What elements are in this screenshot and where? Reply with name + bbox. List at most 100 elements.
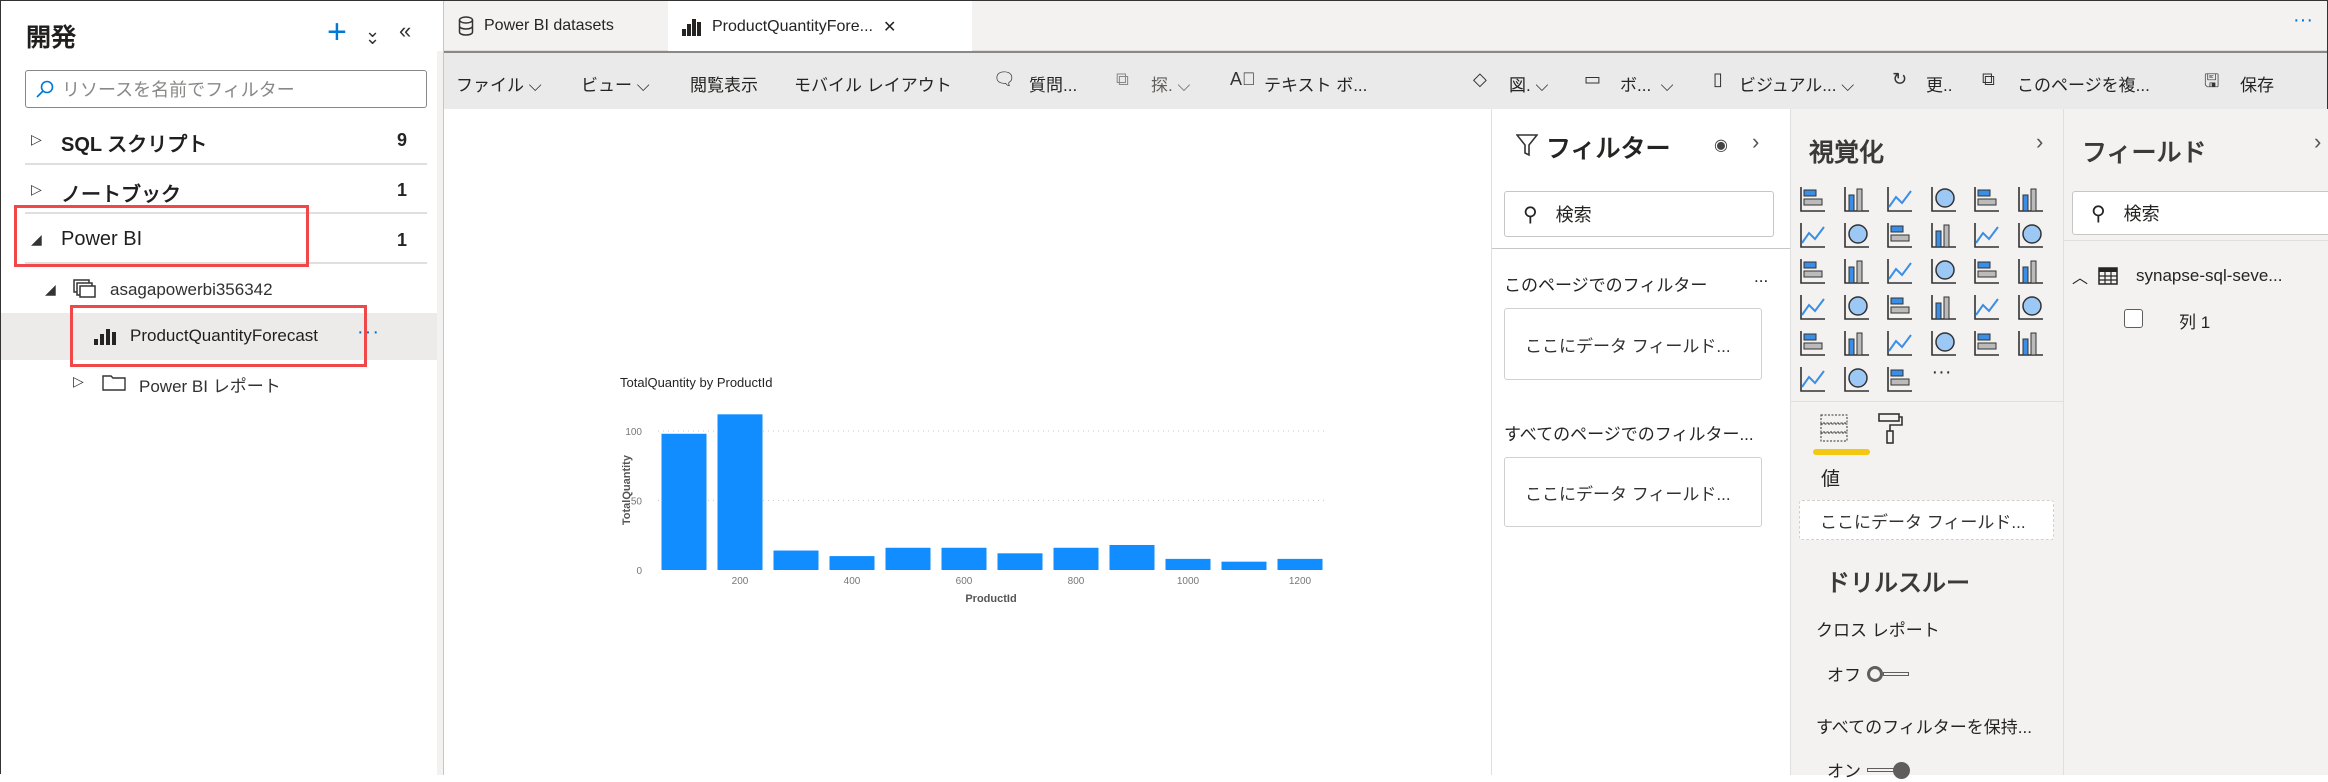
sidebar-scrollbar[interactable] [437, 51, 443, 775]
collapse-filters-icon[interactable]: › [1752, 129, 1759, 155]
scatter-visual-icon[interactable] [1886, 257, 1914, 285]
mobile-layout-button[interactable]: モバイル レイアウト [794, 71, 952, 96]
keep-filters-toggle[interactable]: オン [1827, 757, 1911, 782]
eye-icon[interactable]: ◉ [1714, 135, 1728, 155]
bar[interactable] [717, 414, 763, 570]
bar[interactable] [997, 553, 1043, 570]
bar-chart[interactable]: TotalQuantity by ProductId050100200 400 60… [444, 109, 1491, 775]
bar[interactable] [1053, 547, 1099, 570]
paginated-visual-icon[interactable] [1799, 365, 1827, 393]
donut-visual-icon[interactable] [1973, 257, 2001, 285]
visual-label: ビジュアル... [1739, 76, 1837, 95]
tree-item-workspace[interactable]: ◢ asagapowerbi356342 [1, 273, 441, 307]
database-icon [458, 16, 474, 36]
all-pages-filters-drop-zone[interactable]: ここにデータ フィールド... [1504, 457, 1762, 527]
line-visual-icon[interactable] [1799, 221, 1827, 249]
line-clustered-column-visual-icon[interactable] [1973, 221, 2001, 249]
develop-sidebar: 開発 + ⌄ ⌄ « リソースを名前でフィルター ▷ SQL スクリプト 9 ▷… [1, 1, 444, 775]
tab-product-quantity-forecast[interactable]: ProductQuantityFore... ✕ [668, 1, 972, 52]
line-column-visual-icon[interactable] [1930, 221, 1958, 249]
file-label: ファイル [456, 76, 524, 95]
file-menu[interactable]: ファイル ⌵ [456, 71, 542, 96]
pie-visual-icon[interactable] [1930, 257, 1958, 285]
page-filters-drop-zone[interactable]: ここにデータ フィールド... [1504, 308, 1762, 380]
area-visual-icon[interactable] [1843, 221, 1871, 249]
treemap-visual-icon[interactable] [2017, 257, 2045, 285]
resource-filter-input[interactable]: リソースを名前でフィルター [25, 70, 427, 108]
qa-visual-icon[interactable] [2017, 329, 2045, 357]
view-menu[interactable]: ビュー ⌵ [581, 71, 650, 96]
save-icon: 🖫 [2204, 71, 2220, 91]
visual-button[interactable]: ビジュアル... ⌵ [1739, 71, 1854, 96]
tree-item-power-bi-reports[interactable]: ▷ Power BI レポート [1, 365, 441, 399]
collapse-all-icon-2: ⌄ [365, 28, 381, 48]
waterfall-visual-icon[interactable] [1799, 257, 1827, 285]
slicer-visual-icon[interactable] [1799, 329, 1827, 357]
ribbon-visual-icon[interactable] [2017, 221, 2045, 249]
add-icon[interactable]: + [327, 13, 347, 52]
multi-row-card-visual-icon[interactable] [1973, 293, 2001, 321]
duplicate-page-button[interactable]: このページを複... [2017, 71, 2150, 96]
bar[interactable] [773, 550, 819, 570]
explore-button[interactable]: 探. ⌵ [1151, 71, 1190, 96]
100-bar-visual-icon[interactable] [1973, 185, 2001, 213]
qa-button[interactable]: 質問... [1029, 71, 1077, 96]
cross-report-label: クロス レポート [1816, 621, 1940, 640]
refresh-button[interactable]: 更.. [1926, 71, 1952, 96]
collapse-panel-icon[interactable]: « [399, 18, 411, 44]
x-tick-label: 800 [1068, 576, 1085, 587]
matrix-visual-icon[interactable] [1886, 329, 1914, 357]
fields-search-input[interactable]: ⚲ 検索 [2072, 191, 2328, 235]
arcgis-visual-icon[interactable] [1843, 365, 1871, 393]
map-visual-icon[interactable] [1799, 293, 1827, 321]
bar[interactable] [1109, 544, 1155, 570]
power-apps-visual-icon[interactable] [1886, 365, 1914, 393]
stacked-column-visual-icon[interactable] [1843, 185, 1871, 213]
item-count: 1 [397, 230, 408, 250]
table-node[interactable]: ︿ synapse-sql-seve... [2072, 264, 2282, 288]
bar[interactable] [661, 433, 707, 570]
page-filters-more-icon[interactable]: ... [1754, 267, 1768, 287]
reading-view-button[interactable]: 閲覧表示 [690, 71, 758, 96]
fields-tab-icon[interactable] [1819, 412, 1849, 442]
tab-power-bi-datasets[interactable]: Power BI datasets [444, 1, 668, 51]
cross-report-toggle[interactable]: オフ [1827, 661, 1911, 686]
more-visuals-icon[interactable]: ··· [1932, 361, 1952, 384]
bar[interactable] [1165, 558, 1211, 570]
bar[interactable] [1221, 561, 1267, 570]
shapes-button[interactable]: 図. ⌵ [1509, 71, 1548, 96]
values-drop-zone[interactable]: ここにデータ フィールド... [1799, 500, 2054, 540]
clustered-column-visual-icon[interactable] [1930, 185, 1958, 213]
clustered-bar-visual-icon[interactable] [1886, 185, 1914, 213]
funnel-visual-icon[interactable] [1843, 257, 1871, 285]
gauge-visual-icon[interactable] [1886, 293, 1914, 321]
y-axis-title: TotalQuantity [621, 454, 633, 525]
save-button[interactable]: 保存 [2240, 71, 2274, 96]
bar[interactable] [941, 547, 987, 570]
filters-search-input[interactable]: ⚲ 検索 [1504, 191, 1774, 237]
bar[interactable] [829, 556, 875, 570]
kpi-visual-icon[interactable] [2017, 293, 2045, 321]
stacked-area-visual-icon[interactable] [1886, 221, 1914, 249]
collapse-fields-icon[interactable]: › [2314, 129, 2321, 155]
table-visual-icon[interactable] [1843, 329, 1871, 357]
key-influencers-visual-icon[interactable] [1930, 329, 1958, 357]
100-column-visual-icon[interactable] [2017, 185, 2045, 213]
tree-item-notebooks[interactable]: ▷ ノートブック 1 [1, 173, 441, 209]
bar[interactable] [885, 547, 931, 570]
textbox-button[interactable]: テキスト ボ... [1264, 71, 1367, 96]
tree-item-sql-scripts[interactable]: ▷ SQL スクリプト 9 [1, 123, 441, 159]
keep-filters-label: すべてのフィルターを保持... [1816, 718, 2032, 737]
format-paintroller-icon[interactable] [1877, 412, 1903, 444]
report-canvas: TotalQuantity by ProductId 0 50 100 200 400 60… [444, 109, 1491, 775]
decomposition-tree-visual-icon[interactable] [1973, 329, 2001, 357]
collapse-visualizations-icon[interactable]: › [2036, 129, 2043, 155]
column-checkbox[interactable] [2124, 309, 2143, 328]
bar[interactable] [1277, 558, 1323, 570]
card-visual-icon[interactable] [1930, 293, 1958, 321]
stacked-bar-visual-icon[interactable] [1799, 185, 1827, 213]
buttons-button[interactable]: ボ... ⌵ [1620, 71, 1674, 96]
close-tab-icon[interactable]: ✕ [883, 17, 896, 37]
more-tabs-icon[interactable]: ··· [2293, 9, 2313, 32]
filled-map-visual-icon[interactable] [1843, 293, 1871, 321]
